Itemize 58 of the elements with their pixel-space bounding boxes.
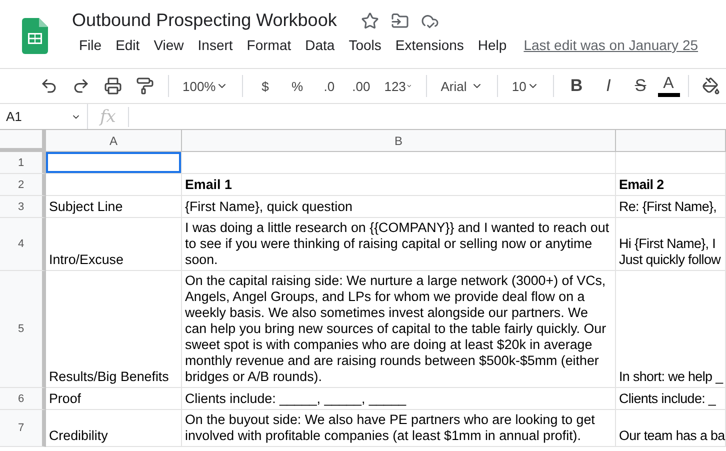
document-title[interactable]: Outbound Prospecting Workbook [72,10,337,31]
table-cell[interactable] [182,152,616,174]
table-cell[interactable]: Email 2 [616,174,726,196]
menu-item[interactable]: Tools [342,35,388,55]
table-cell[interactable]: Clients include: _ [616,388,726,410]
table-cell[interactable]: {First Name}, quick question [182,196,616,218]
table-cell[interactable] [46,174,182,196]
text-color-button[interactable]: A [658,75,680,97]
row-header[interactable]: 1 [0,152,46,174]
last-edit-link[interactable]: Last edit was on January 25 [524,37,698,53]
menu-item[interactable]: Extensions [388,35,471,55]
percent-button[interactable]: % [282,73,312,99]
sheets-logo-icon[interactable] [22,18,48,54]
font-dropdown[interactable]: Arial [434,73,490,99]
row-header[interactable]: 3 [0,196,46,218]
table-cell[interactable]: Email 1 [182,174,616,196]
italic-button[interactable]: I [594,73,624,99]
table-cell[interactable] [616,152,726,174]
currency-button[interactable]: $ [250,73,280,99]
increase-decimals-button[interactable]: .00 [346,73,376,99]
row-header[interactable]: 4 [0,218,46,271]
cell-reference-field[interactable]: A1 [0,104,88,129]
menu-item[interactable]: Edit [108,35,147,55]
row-header[interactable]: 2 [0,174,46,196]
menu-item[interactable]: Insert [190,35,240,55]
bold-button[interactable]: B [562,73,592,99]
table-cell[interactable]: Re: {First Name}, [616,196,726,218]
row-header[interactable]: 6 [0,388,46,410]
menu-item[interactable]: View [146,35,191,55]
font-size-dropdown[interactable]: 10 [506,73,546,99]
table-cell[interactable]: Clients include: _____, _____, _____ [182,388,616,410]
decrease-decimals-button[interactable]: .0 [314,73,344,99]
strikethrough-button[interactable]: S [626,73,656,99]
table-cell[interactable]: Intro/Excuse [46,218,182,271]
move-folder-icon[interactable] [390,12,409,30]
menu-item[interactable]: File [72,35,109,55]
table-cell[interactable]: On the capital raising side: We nurture a large network (3000+) of VCs, Angels, Angel Groups, and LPs for whom we provide deal flow on a weekly basis. We also sometimes invest alongside our partners. We can help you bring new sources of capital to the table fairly quickly. Our sweet spot is with companies who are doing at least $20k in average monthly revenue and are raising rounds between $500k-$5mm (either bridges or A/B rounds). [182,271,616,388]
more-formats-dropdown[interactable]: 123 [378,73,418,99]
table-cell[interactable]: Proof [46,388,182,410]
table-cell[interactable]: Our team has a ba [616,410,726,447]
table-cell[interactable] [46,152,182,174]
row-header[interactable]: 7 [0,410,46,447]
table-cell[interactable]: Subject Line [46,196,182,218]
menu-item[interactable]: Data [298,35,342,55]
table-cell[interactable]: Results/Big Benefits [46,271,182,388]
table-cell[interactable]: On the buyout side: We also have PE partners who are looking to get involved with profitable companies (at least $1mm in annual profit). [182,410,616,447]
column-header[interactable]: A [46,130,182,152]
zoom-dropdown[interactable]: 100% [176,73,234,99]
table-cell[interactable]: I was doing a little research on {{COMPANY}} and I wanted to reach out to see if you were thinking of raising capital or selling now or anytime soon. [182,218,616,271]
formula-label: fx [88,106,129,126]
table-cell[interactable]: Hi {First Name}, I Just quickly follow [616,218,726,271]
table-cell[interactable]: Credibility [46,410,182,447]
menu-item[interactable]: Format [240,35,298,55]
table-cell[interactable]: In short: we help _ [616,271,726,388]
star-icon[interactable] [360,12,379,30]
column-header[interactable]: B [182,130,616,152]
menu-item[interactable]: Help [470,35,514,55]
row-header[interactable]: 5 [0,271,46,388]
